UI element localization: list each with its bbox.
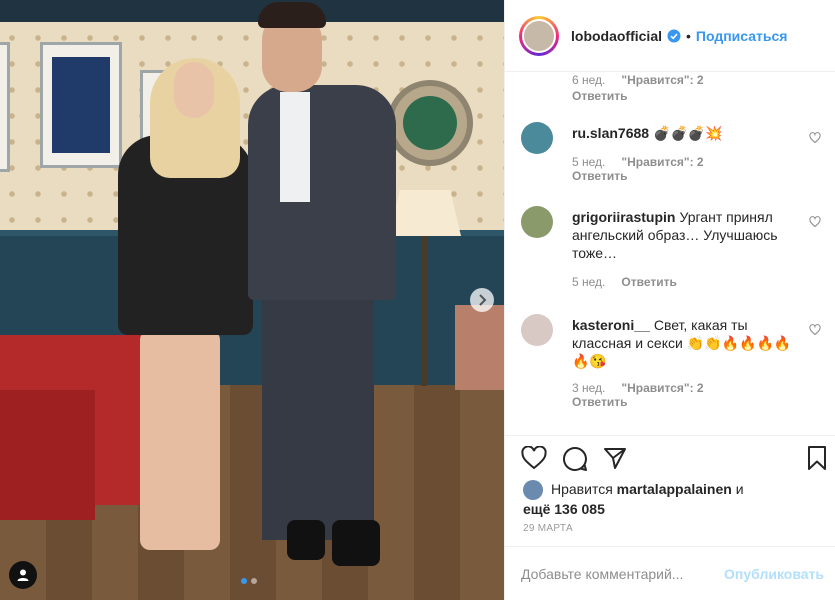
photo-person — [258, 2, 326, 28]
photo-frame — [0, 42, 10, 172]
carousel-indicator — [241, 578, 257, 584]
photo-person — [280, 92, 310, 202]
comment-username[interactable]: ru.slan7688 — [572, 125, 649, 141]
reply-button[interactable]: Ответить — [621, 275, 676, 289]
photo-person — [262, 290, 374, 540]
comment-age: 3 нед. — [572, 381, 606, 395]
share-icon[interactable] — [603, 446, 627, 470]
carousel-dot — [241, 578, 247, 584]
action-bar — [521, 446, 826, 472]
photo-person — [140, 330, 220, 550]
post-date: 29 марта — [523, 523, 573, 534]
header-separator: • — [686, 27, 691, 44]
avatar[interactable] — [521, 206, 553, 238]
follow-button[interactable]: Подписаться — [696, 28, 788, 44]
comment-username[interactable]: kasteroni__ — [572, 317, 650, 333]
avatar[interactable] — [523, 480, 543, 501]
likes-summary: Нравится martalappalainen и ещё 136 085 — [523, 480, 823, 518]
carousel-dot — [251, 578, 257, 584]
likes-prefix: Нравится — [551, 481, 613, 497]
photo-person — [332, 520, 380, 566]
comment-likes[interactable]: "Нравится": 2 — [621, 381, 703, 395]
comment-age: 5 нед. — [572, 155, 606, 169]
reply-button[interactable]: Ответить — [572, 395, 627, 409]
photo-lamp — [389, 190, 461, 236]
likes-and: и — [735, 481, 744, 497]
avatar[interactable] — [521, 122, 553, 154]
avatar[interactable] — [521, 314, 553, 346]
likes-user[interactable]: martalappalainen — [617, 481, 732, 497]
post-side-panel: lobodaofficial • Подписаться 6 нед. "Нрав… — [504, 0, 835, 600]
avatar[interactable] — [519, 15, 559, 56]
comment-icon[interactable] — [562, 446, 588, 472]
comments-list[interactable]: 6 нед. "Нравится": 2 Ответить ru.slan7688… — [505, 73, 835, 435]
heart-icon[interactable] — [809, 216, 821, 228]
post-username[interactable]: lobodaofficial — [571, 28, 662, 44]
heart-icon[interactable] — [809, 132, 821, 144]
photo-sofa — [0, 390, 95, 520]
photo-person — [248, 85, 396, 300]
comment-likes[interactable]: "Нравится": 2 — [621, 73, 703, 87]
user-tag-icon — [17, 569, 29, 581]
user-tag-button[interactable] — [9, 561, 37, 589]
publish-button[interactable]: Опубликовать — [724, 566, 824, 582]
bookmark-icon[interactable] — [807, 446, 827, 470]
comment-meta: 6 нед. "Нравится": 2 Ответить — [572, 73, 704, 103]
chevron-right-icon — [479, 294, 487, 306]
comment-likes[interactable]: "Нравится": 2 — [621, 155, 703, 169]
photo-lamp-stand — [421, 236, 427, 386]
photo-person — [287, 520, 325, 560]
carousel-next-button[interactable] — [470, 288, 494, 312]
heart-icon[interactable] — [809, 324, 821, 336]
photo-frame — [40, 42, 122, 168]
reply-button[interactable]: Ответить — [572, 89, 627, 103]
heart-icon[interactable] — [521, 446, 547, 470]
post-header: lobodaofficial • Подписаться — [505, 0, 835, 72]
comment-username[interactable]: grigoriirastupin — [572, 209, 675, 225]
likes-count[interactable]: ещё 136 085 — [523, 501, 605, 517]
comment-age: 5 нед. — [572, 275, 606, 289]
photo-person — [174, 62, 214, 118]
verified-badge-icon — [667, 29, 681, 42]
photo-sign — [387, 80, 473, 166]
post-photo[interactable] — [0, 0, 504, 600]
comment-age: 6 нед. — [572, 73, 606, 87]
reply-button[interactable]: Ответить — [572, 169, 627, 183]
add-comment-bar: Опубликовать — [505, 546, 835, 600]
photo-chair — [455, 305, 504, 390]
comment-text: 💣💣💣💥 — [653, 125, 723, 141]
photo-ceiling — [0, 0, 504, 22]
comment-input[interactable] — [521, 565, 721, 582]
